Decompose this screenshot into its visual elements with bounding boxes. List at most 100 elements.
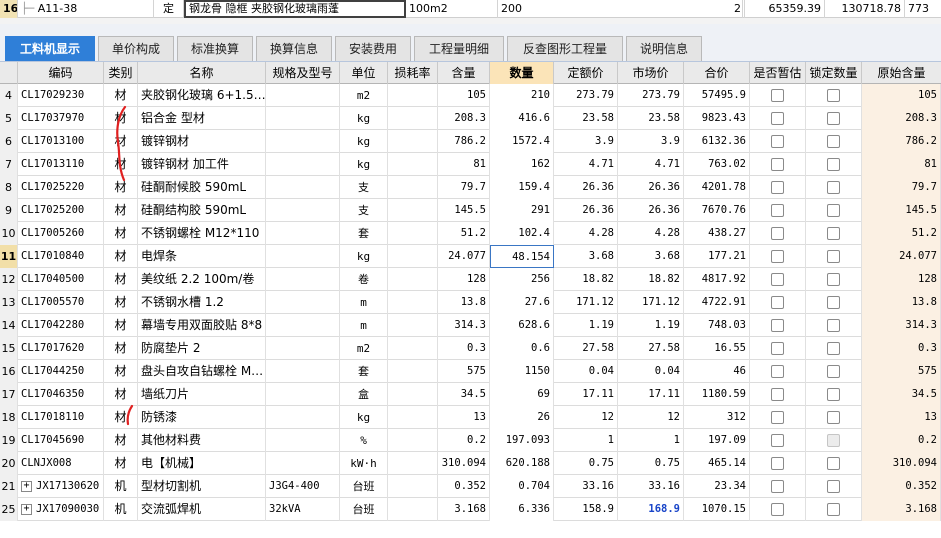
row-name[interactable]: 盘头自攻自钻螺栓 M… [138,360,266,383]
provisional-checkbox[interactable] [771,273,784,286]
row-name[interactable]: 不锈钢水槽 1.2 [138,291,266,314]
row-number[interactable]: 5 [0,107,18,130]
row-market-price[interactable]: 26.36 [618,176,684,199]
row-quantity[interactable]: 69 [490,383,554,406]
row-spec[interactable]: J3G4-400 [266,475,340,498]
row-content[interactable]: 13 [438,406,490,429]
header-spec[interactable]: 规格及型号 [266,62,340,84]
provisional-checkbox[interactable] [771,411,784,424]
row-market-price[interactable]: 171.12 [618,291,684,314]
row-market-price[interactable]: 18.82 [618,268,684,291]
row-number[interactable]: 16 [0,360,18,383]
table-row[interactable]: 12 CL17040500 材美纹纸 2.2 100m/卷卷 128 256 18.82 1… [0,268,941,291]
row-spec[interactable] [266,406,340,429]
row-quantity[interactable]: 197.093 [490,429,554,452]
row-market-price[interactable]: 168.9 [618,498,684,521]
row-content[interactable]: 0.352 [438,475,490,498]
row-content[interactable]: 575 [438,360,490,383]
row-quantity[interactable]: 48.154 [490,245,554,268]
row-quantity[interactable]: 1572.4 [490,130,554,153]
provisional-checkbox[interactable] [771,342,784,355]
row-market-price[interactable]: 3.9 [618,130,684,153]
row-number[interactable]: 18 [0,406,18,429]
row-name[interactable]: 型材切割机 [138,475,266,498]
row-loss-rate[interactable] [388,291,438,314]
row-content[interactable]: 128 [438,268,490,291]
row-number[interactable]: 6 [0,130,18,153]
locked-qty-checkbox[interactable] [827,250,840,263]
row-quantity[interactable]: 6.336 [490,498,554,521]
row-loss-rate[interactable] [388,498,438,521]
locked-qty-checkbox[interactable] [827,158,840,171]
locked-qty-checkbox[interactable] [827,503,840,516]
tab-labor-material-machine[interactable]: 工料机显示 [5,36,95,61]
row-name[interactable]: 电【机械】 [138,452,266,475]
row-loss-rate[interactable] [388,314,438,337]
row-quantity[interactable]: 162 [490,153,554,176]
row-quantity[interactable]: 291 [490,199,554,222]
row-content[interactable]: 81 [438,153,490,176]
table-row[interactable]: 16 CL17044250 材盘头自攻自钻螺栓 M… 套 575 1150 0.04 0.04… [0,360,941,383]
row-content[interactable]: 79.7 [438,176,490,199]
provisional-checkbox[interactable] [771,250,784,263]
row-spec[interactable] [266,268,340,291]
row-number[interactable]: 25 [0,498,18,521]
row-loss-rate[interactable] [388,452,438,475]
table-row[interactable]: 7 CL17013110 材镀锌钢材 加工件 kg 81 162 4.71 4.71 763.0… [0,153,941,176]
expand-icon[interactable]: + [21,503,32,515]
row-loss-rate[interactable] [388,406,438,429]
tab-conversion-info[interactable]: 换算信息 [256,36,332,61]
row-market-price[interactable]: 0.75 [618,452,684,475]
provisional-checkbox[interactable] [771,388,784,401]
row-spec[interactable] [266,291,340,314]
table-row[interactable]: 17 CL17046350 材墙纸刀片盒 34.5 69 17.11 17.11 1180.5… [0,383,941,406]
row-market-price[interactable]: 0.04 [618,360,684,383]
row-quantity[interactable]: 0.6 [490,337,554,360]
row-spec[interactable] [266,84,340,107]
provisional-checkbox[interactable] [771,434,784,447]
row-spec[interactable] [266,337,340,360]
table-row[interactable]: 6 CL17013100 材镀锌钢材 kg 786.2 1572.4 3.9 3.9 6132.… [0,130,941,153]
row-name[interactable]: 其他材料费 [138,429,266,452]
row-number[interactable]: 12 [0,268,18,291]
row-market-price[interactable]: 3.68 [618,245,684,268]
table-row[interactable]: 19 CL17045690 材其他材料费% 0.2 197.093 1 1 197.09 0.2 [0,429,941,452]
row-number[interactable]: 21 [0,475,18,498]
row-content[interactable]: 3.168 [438,498,490,521]
row-name[interactable]: 交流弧焊机 [138,498,266,521]
row-number[interactable]: 14 [0,314,18,337]
row-quantity[interactable]: 102.4 [490,222,554,245]
row-number[interactable]: 15 [0,337,18,360]
row-spec[interactable] [266,176,340,199]
header-locked-qty[interactable]: 锁定数量 [806,62,862,84]
tab-standard-conversion[interactable]: 标准换算 [177,36,253,61]
row-number[interactable]: 9 [0,199,18,222]
table-row[interactable]: 4 CL17029230 材夹胶钢化玻璃 6+1.5… m2 105 210 273.79 2… [0,84,941,107]
header-total-price[interactable]: 合价 [684,62,750,84]
provisional-checkbox[interactable] [771,181,784,194]
row-loss-rate[interactable] [388,475,438,498]
row-number[interactable]: 17 [0,383,18,406]
tab-description[interactable]: 说明信息 [626,36,702,61]
locked-qty-checkbox[interactable] [827,480,840,493]
table-row[interactable]: 18 CL17018110 材防锈漆 kg 13 26 12 12 312 13 [0,406,941,429]
row-loss-rate[interactable] [388,199,438,222]
row-loss-rate[interactable] [388,268,438,291]
locked-qty-checkbox[interactable] [827,89,840,102]
locked-qty-checkbox[interactable] [827,135,840,148]
row-spec[interactable] [266,245,340,268]
row-name[interactable]: 不锈钢螺栓 M12*110 [138,222,266,245]
row-content[interactable]: 34.5 [438,383,490,406]
tab-quantity-details[interactable]: 工程量明细 [414,36,504,61]
row-quantity[interactable]: 210 [490,84,554,107]
row-spec[interactable] [266,452,340,475]
header-name[interactable]: 名称 [138,62,266,84]
row-market-price[interactable]: 4.71 [618,153,684,176]
expand-icon[interactable]: + [21,480,32,492]
row-content[interactable]: 145.5 [438,199,490,222]
row-spec[interactable] [266,360,340,383]
row-content[interactable]: 314.3 [438,314,490,337]
provisional-checkbox[interactable] [771,135,784,148]
row-loss-rate[interactable] [388,176,438,199]
locked-qty-checkbox[interactable] [827,296,840,309]
